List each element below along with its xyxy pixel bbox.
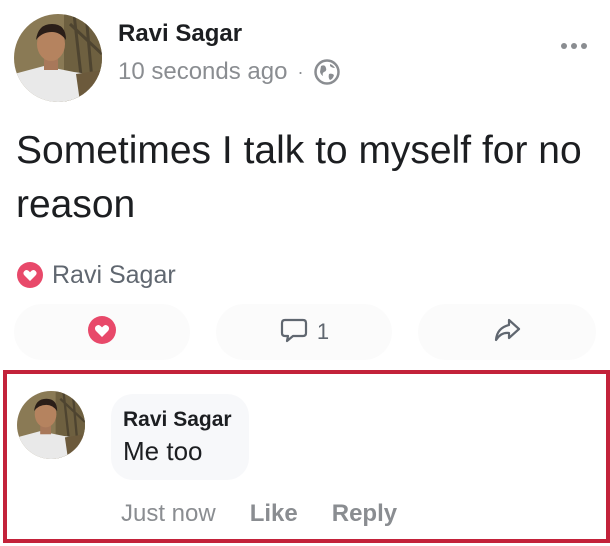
comment-button[interactable]: 1	[216, 304, 392, 360]
like-button[interactable]	[14, 304, 190, 360]
post-header: Ravi Sagar 10 seconds ago ·	[0, 0, 610, 110]
author-avatar[interactable]	[14, 14, 102, 102]
share-arrow-icon	[492, 315, 522, 350]
post-text: Sometimes I talk to myself for no reason	[16, 129, 582, 226]
more-options-button[interactable]	[554, 36, 594, 56]
more-dot	[561, 43, 567, 49]
comment-text: Me too	[123, 436, 203, 466]
heart-reaction-icon	[16, 261, 44, 289]
post-action-bar: 1	[0, 300, 610, 364]
more-dot	[581, 43, 587, 49]
globe-icon	[313, 58, 341, 86]
more-dot	[571, 43, 577, 49]
meta-separator: ·	[297, 61, 304, 82]
comment-time: Just now	[121, 500, 216, 527]
avatar-photo	[14, 14, 102, 102]
comment-count: 1	[316, 319, 330, 344]
comment-actions: Just now Like Reply	[121, 498, 397, 530]
post-timestamp[interactable]: 10 seconds ago	[118, 58, 287, 86]
comment-reply-button[interactable]: Reply	[332, 500, 397, 528]
comment-like-button[interactable]: Like	[250, 500, 298, 528]
reactor-name: Ravi Sagar	[52, 260, 176, 289]
commenter-avatar[interactable]	[17, 391, 85, 459]
author-name[interactable]: Ravi Sagar	[118, 20, 242, 48]
post-meta: 10 seconds ago ·	[118, 56, 341, 88]
heart-icon	[87, 315, 117, 350]
share-button[interactable]	[418, 304, 596, 360]
avatar-photo	[17, 391, 85, 459]
comment-icon	[279, 315, 309, 350]
highlighted-comment: Ravi Sagar Me too Just now Like Reply	[3, 370, 610, 543]
comment-bubble: Ravi Sagar Me too	[111, 394, 249, 480]
reaction-summary[interactable]: Ravi Sagar	[16, 257, 176, 293]
comment-author[interactable]: Ravi Sagar	[123, 408, 232, 432]
